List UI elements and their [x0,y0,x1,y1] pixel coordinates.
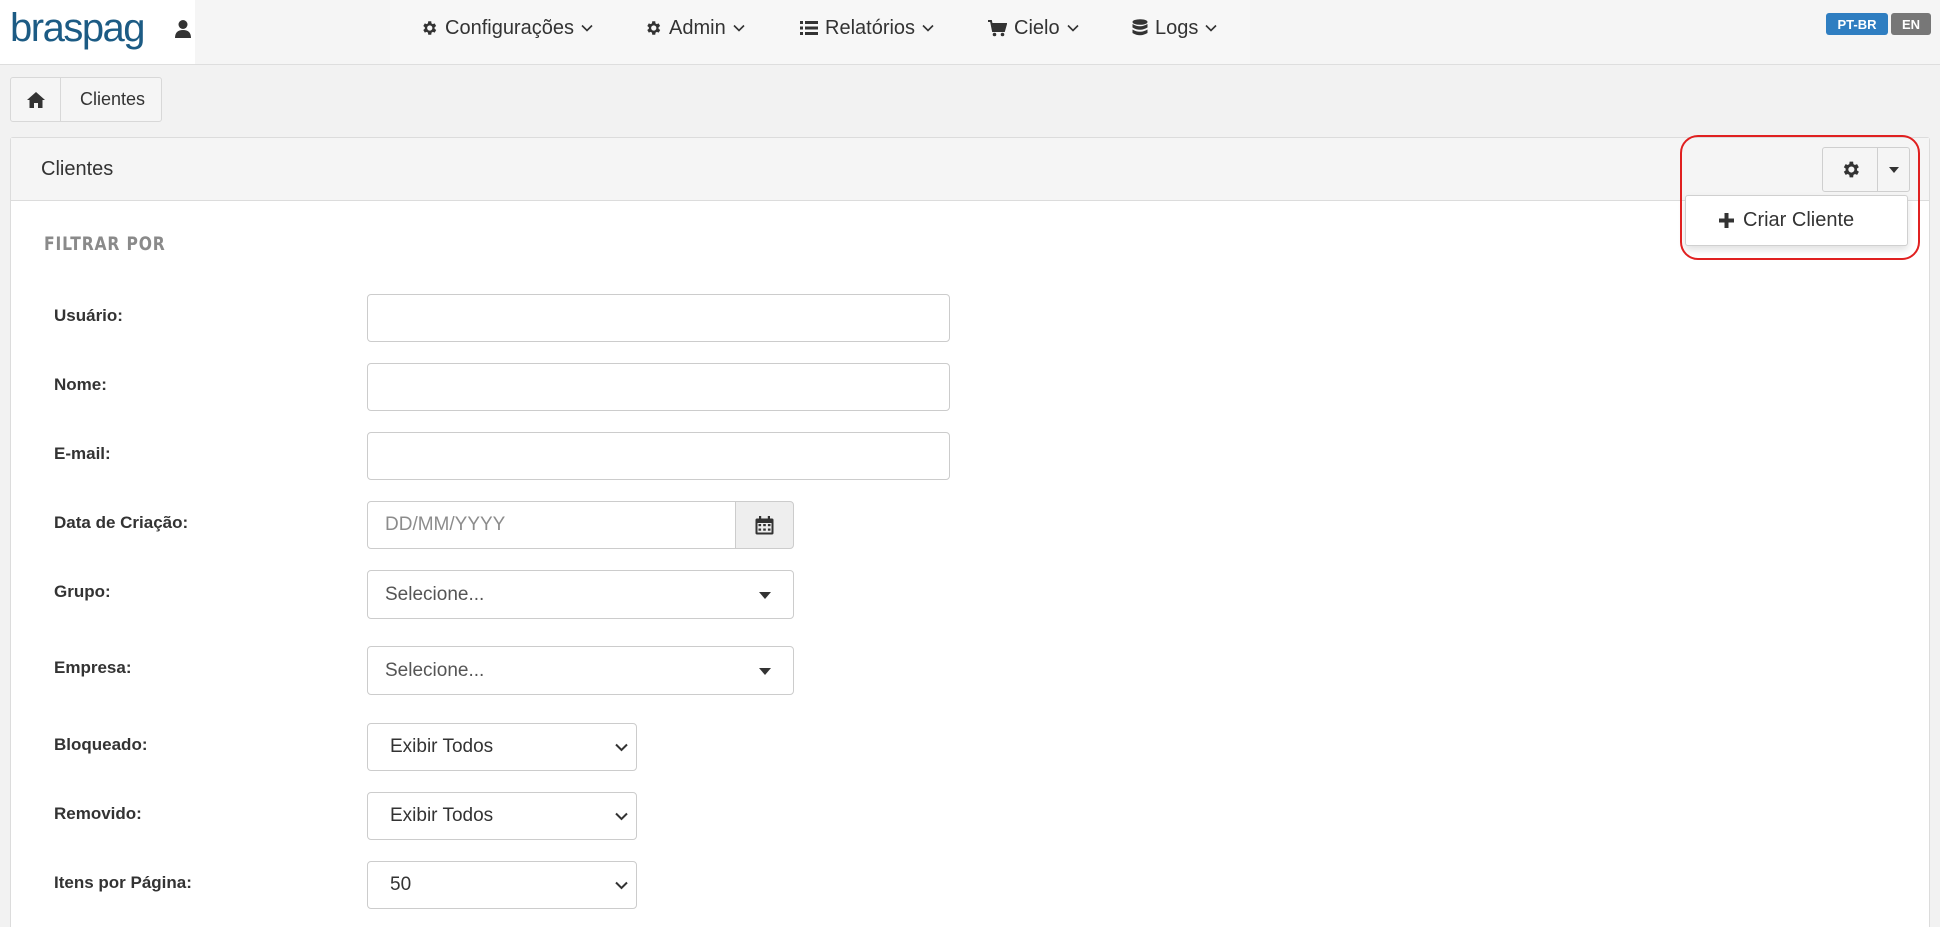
breadcrumb-home[interactable] [11,78,61,121]
nav-cielo[interactable]: Cielo [988,0,1079,56]
calendar-button[interactable] [735,501,794,549]
nome-label: Nome: [54,375,107,394]
brand-block: braspag [0,0,195,64]
nav-admin[interactable]: Admin [644,0,745,56]
gear-icon [1843,161,1859,178]
chevron-down-icon [581,24,593,32]
database-icon [1132,18,1148,35]
criar-cliente-label: Criar Cliente [1743,209,1855,231]
settings-dropdown-toggle[interactable] [1877,147,1910,192]
itens-por-pagina-label: Itens por Página: [54,873,192,892]
removido-label: Removido: [54,804,142,823]
clients-panel: Clientes [10,137,1930,927]
lang-en-button[interactable]: EN [1891,13,1931,35]
chevron-down-icon [615,743,628,752]
data-criacao-group [367,501,794,549]
email-label: E-mail: [54,444,111,463]
bloqueado-select[interactable]: Exibir Todos [367,723,637,771]
list-icon [800,21,818,35]
plus-icon [1719,213,1734,228]
braspag-logo[interactable]: braspag [10,8,146,48]
gear-icon [423,21,437,35]
empresa-select[interactable]: Selecione... [367,646,794,695]
breadcrumb: Clientes [10,77,162,122]
chevron-down-icon [922,24,934,32]
caret-down-icon [759,592,771,599]
lang-pt-br-button[interactable]: PT-BR [1826,13,1888,35]
removido-select[interactable]: Exibir Todos [367,792,637,840]
gear-icon [647,21,661,35]
removido-selected: Exibir Todos [390,805,494,826]
itens-por-pagina-select[interactable]: 50 [367,861,637,909]
criar-cliente-menu-item[interactable]: Criar Cliente [1686,196,1907,245]
chevron-down-icon [615,881,628,890]
grupo-label: Grupo: [54,582,111,601]
home-icon [26,91,45,108]
chevron-down-icon [1067,24,1079,32]
usuario-label: Usuário: [54,306,123,325]
bloqueado-selected: Exibir Todos [390,736,494,757]
settings-dropdown-menu: Criar Cliente [1685,195,1908,246]
nome-input[interactable] [367,363,950,411]
caret-down-icon [759,668,771,675]
chevron-down-icon [615,812,628,821]
itens-por-pagina-selected: 50 [390,874,412,895]
grupo-selected: Selecione... [385,583,485,605]
usuario-input[interactable] [367,294,950,342]
chevron-down-icon [733,24,745,32]
calendar-icon [755,515,774,534]
chevron-down-icon [1205,24,1217,32]
nav-relatorios-label: Relatórios [825,16,916,39]
caret-down-icon [1888,166,1899,173]
nav-configuracoes-label: Configurações [445,16,574,39]
data-criacao-input[interactable] [367,501,739,549]
nav-configuracoes[interactable]: Configurações [420,0,593,56]
cart-icon [988,19,1007,36]
filter-heading: FILTRAR POR [44,233,166,255]
grupo-select[interactable]: Selecione... [367,570,794,619]
nav-logs[interactable]: Logs [1132,0,1217,56]
settings-button[interactable] [1822,147,1878,192]
nav-logs-label: Logs [1155,16,1199,39]
nav-cielo-label: Cielo [1014,16,1060,39]
user-icon[interactable] [174,19,192,39]
nav-relatorios[interactable]: Relatórios [800,0,934,56]
email-input[interactable] [367,432,950,480]
main-nav: Configurações Admin Relatórios Cielo Log… [390,0,1250,64]
panel-header: Clientes [11,138,1929,201]
empresa-selected: Selecione... [385,659,485,681]
nav-admin-label: Admin [669,16,726,39]
empresa-label: Empresa: [54,658,132,677]
top-navbar: braspag Configurações Admin Relatórios C… [0,0,1940,65]
panel-title: Clientes [41,158,114,180]
data-criacao-label: Data de Criação: [54,513,189,532]
bloqueado-label: Bloqueado: [54,735,148,754]
breadcrumb-current: Clientes [80,89,146,109]
